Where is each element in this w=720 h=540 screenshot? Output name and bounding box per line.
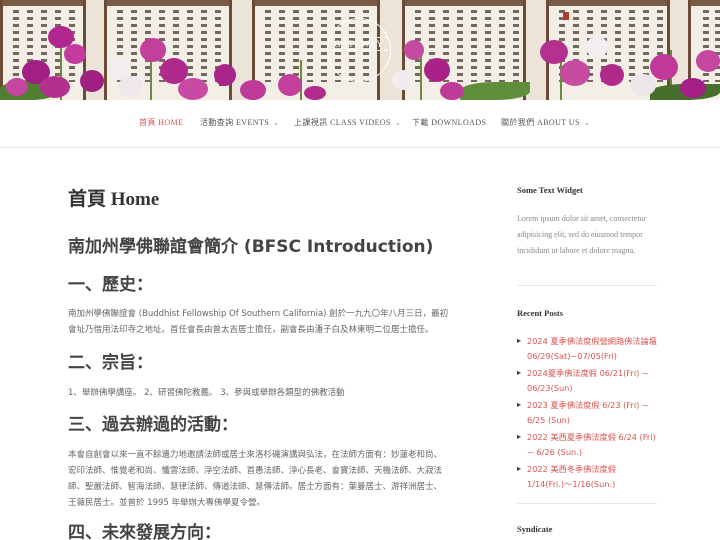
- chevron-down-icon: ⌄: [394, 119, 402, 127]
- widget-divider: [517, 503, 657, 504]
- section-heading-history: 一、歷史：: [68, 275, 153, 295]
- widget-title-recent-posts: Recent Posts: [517, 308, 564, 318]
- intro-heading: 南加州學佛聯誼會簡介 (BFSC Introduction): [68, 237, 434, 257]
- recent-post-link[interactable]: 2024 夏季佛法度假營網路佛法論壇 06/29(Sat)~07/05(Fri): [517, 334, 657, 363]
- chevron-down-icon: ⌄: [273, 119, 280, 127]
- nav-item-label: 首頁 HOME: [139, 118, 184, 127]
- recent-posts-list: 2024 夏季佛法度假營網路佛法論壇 06/29(Sat)~07/05(Fri)…: [517, 334, 657, 494]
- nav-item-label: 下載 DOWNLOADS: [412, 118, 487, 127]
- section-heading-purpose: 二、宗旨：: [68, 353, 153, 373]
- nav-item-downloads[interactable]: 下載 DOWNLOADS: [412, 117, 486, 128]
- widget-title-syndicate: Syndicate: [517, 524, 553, 534]
- recent-post-link[interactable]: 2022 美西夏季佛法度假 6/24 (Fri) ~ 6/26 (Sun.): [517, 430, 657, 459]
- widget-title-text: Some Text Widget: [517, 185, 583, 195]
- widget-text-body: Lorem ipsum dolor sit amet, consectetur …: [517, 214, 647, 255]
- recent-post-link[interactable]: 2024夏季佛法度假 06/21(Fri) ~ 06/23(Sun): [517, 366, 657, 395]
- nav-item-about-us[interactable]: 關於我們 ABOUT US ⌄: [501, 117, 590, 128]
- main-navigation: 首頁 HOME 活動查詢 EVENTS ⌄ 上課視訊 CLASS VIDEOS ⌄ …: [0, 100, 720, 148]
- nav-item-label: 上課視訊 CLASS VIDEOS: [294, 118, 391, 127]
- section-heading-past-activities: 三、過去辦過的活動：: [68, 415, 238, 435]
- logo-text: GATEWAY: [330, 36, 388, 51]
- page-title: 首頁 Home: [68, 189, 160, 210]
- section-heading-future: 四、未來發展方向：: [68, 523, 221, 540]
- widget-divider: [517, 285, 657, 286]
- hero-banner: GATEWAY ⌄: [0, 0, 720, 100]
- nav-item-label: 關於我們 ABOUT US: [501, 118, 580, 127]
- recent-post-link[interactable]: 2022 美西冬季佛法度假 1/14(Fri.)〜1/16(Sun.): [517, 462, 657, 491]
- chevron-down-icon: ⌄: [354, 52, 364, 63]
- section-body-past-activities: 本會自創會以來一直不餘遺力地邀請法師或居士來洛杉磯演講與弘法，在法師方面有：妙蓮…: [68, 450, 443, 508]
- recent-post-link[interactable]: 2023 夏季佛法度假 6/23 (Fri) ~ 6/25 (Sun): [517, 398, 657, 427]
- nav-item-label: 活動查詢 EVENTS: [200, 118, 270, 127]
- section-body-history: 南加州學佛聯誼會 (Buddhist Fellowship Of Souther…: [68, 309, 449, 335]
- nav-item-class-videos[interactable]: 上課視訊 CLASS VIDEOS ⌄: [294, 117, 401, 128]
- nav-item-home[interactable]: 首頁 HOME: [139, 117, 183, 128]
- section-body-purpose: 1、舉辦佛學講座。 2、研習佛陀教義。 3、參與或舉辦各類型的佛教活動: [68, 388, 345, 398]
- site-logo[interactable]: GATEWAY ⌄: [327, 18, 391, 82]
- chevron-down-icon: ⌄: [583, 119, 591, 127]
- nav-item-events[interactable]: 活動查詢 EVENTS ⌄: [200, 117, 279, 128]
